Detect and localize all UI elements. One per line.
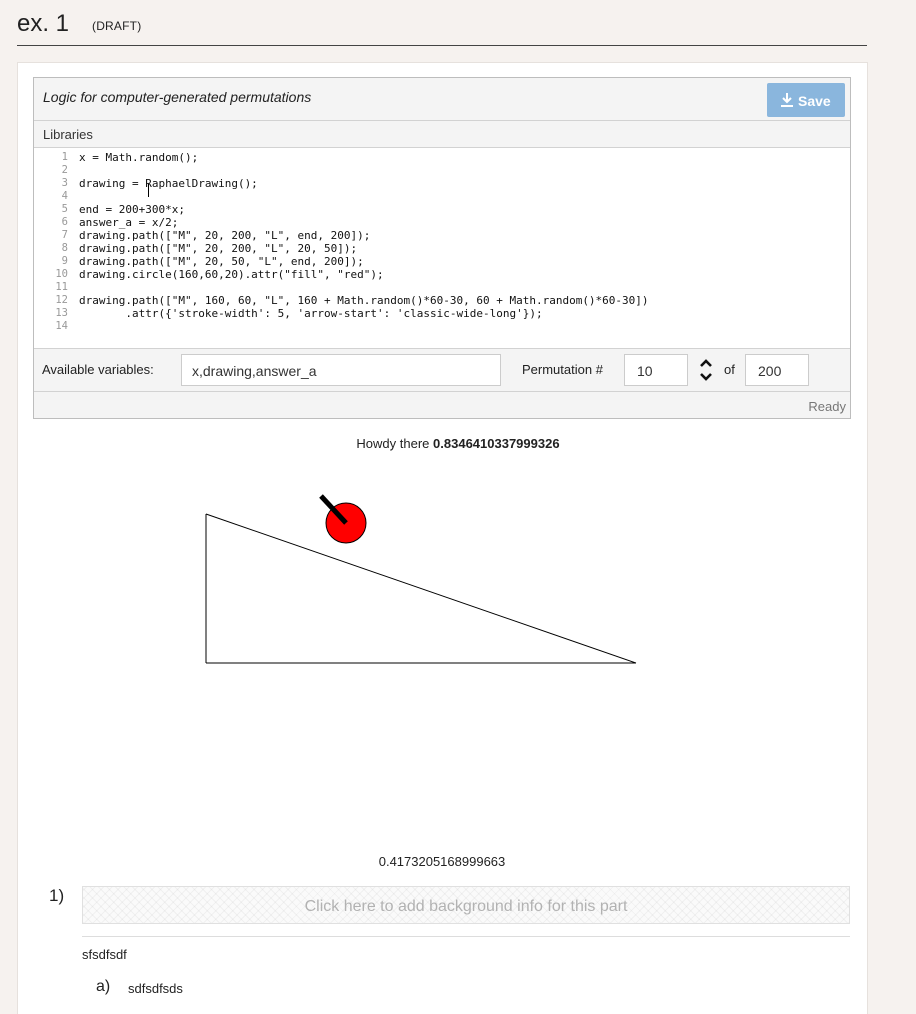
permutation-label: Permutation #	[522, 362, 603, 377]
code-line: drawing.circle(160,60,20).attr("fill", "…	[79, 268, 384, 281]
libraries-label: Libraries	[43, 127, 93, 142]
code-line: answer_a = x/2;	[79, 216, 179, 229]
line-number: 4	[61, 190, 68, 202]
line-number: 6	[61, 216, 68, 228]
code-line: drawing.path(["M", 20, 200, "L", end, 20…	[79, 229, 371, 242]
answer-value-output: 0.4173205168999663	[378, 854, 506, 869]
page-title: ex. 1	[17, 10, 70, 37]
line-number: 5	[61, 203, 68, 215]
background-info-field[interactable]: Click here to add background info for th…	[82, 886, 850, 924]
line-number: 10	[55, 268, 68, 280]
line-number: 11	[55, 281, 68, 293]
code-line: drawing.path(["M", 160, 60, "L", 160 + M…	[79, 294, 649, 307]
available-variables-field[interactable]: x,drawing,answer_a	[181, 354, 501, 386]
line-number: 12	[55, 294, 68, 306]
save-label: Save	[798, 93, 831, 109]
code-line: end = 200+300*x;	[79, 203, 185, 216]
part-number: 1)	[49, 886, 65, 905]
line-number: 7	[61, 229, 68, 241]
permutation-number-input[interactable]: 10	[624, 354, 688, 386]
line-number: 13	[55, 307, 68, 319]
code-line: .attr({'stroke-width': 5, 'arrow-start':…	[79, 307, 543, 320]
status-text: Ready	[808, 399, 846, 414]
editor-title: Logic for computer-generated permutation…	[43, 89, 312, 105]
available-variables-label: Available variables:	[42, 362, 154, 377]
background-info-placeholder: Click here to add background info for th…	[304, 898, 628, 915]
code-line: drawing = RaphaelDrawing();	[79, 177, 258, 190]
line-number: 2	[61, 164, 68, 176]
line-number: 1	[61, 151, 68, 163]
code-editor[interactable]: 1 x = Math.random(); 2 3 drawing = RaphaelDr…	[34, 148, 850, 349]
code-line: x = Math.random();	[79, 151, 199, 164]
code-line: drawing.path(["M", 20, 50, "L", end, 200…	[79, 255, 364, 268]
permutation-logic-editor: Logic for computer-generated permutation…	[33, 77, 851, 419]
line-number: 8	[61, 242, 68, 254]
editor-header: Logic for computer-generated permutation…	[34, 78, 850, 121]
variables-bar: Available variables: x,drawing,answer_a …	[34, 349, 850, 392]
howdy-output: Howdy there 0.8346410337999326	[0, 436, 916, 451]
save-button[interactable]: Save	[767, 83, 845, 117]
libraries-tab[interactable]: Libraries	[34, 121, 850, 148]
part-divider	[82, 936, 850, 937]
raphael-drawing	[205, 494, 637, 664]
status-bar: Ready	[34, 392, 850, 418]
triangle-hypotenuse	[205, 513, 637, 664]
part-text[interactable]: sfsdfsdf	[82, 947, 127, 962]
text-cursor	[148, 184, 149, 197]
line-number: 9	[61, 255, 68, 267]
page-header: ex. 1 (DRAFT)	[17, 8, 867, 46]
line-number: 14	[55, 320, 68, 332]
permutation-stepper-icon[interactable]	[698, 357, 714, 383]
subpart-letter: a)	[96, 978, 111, 995]
draft-label: (DRAFT)	[92, 19, 142, 33]
total-permutations-input[interactable]: 200	[745, 354, 809, 386]
code-line: drawing.path(["M", 20, 200, "L", 20, 50]…	[79, 242, 358, 255]
line-number: 3	[61, 177, 68, 189]
subpart-text[interactable]: sdfsdfsds	[128, 981, 183, 996]
of-label: of	[724, 362, 735, 377]
download-icon	[781, 93, 793, 107]
howdy-value: 0.8346410337999326	[433, 436, 560, 451]
howdy-prefix: Howdy there	[356, 436, 430, 451]
